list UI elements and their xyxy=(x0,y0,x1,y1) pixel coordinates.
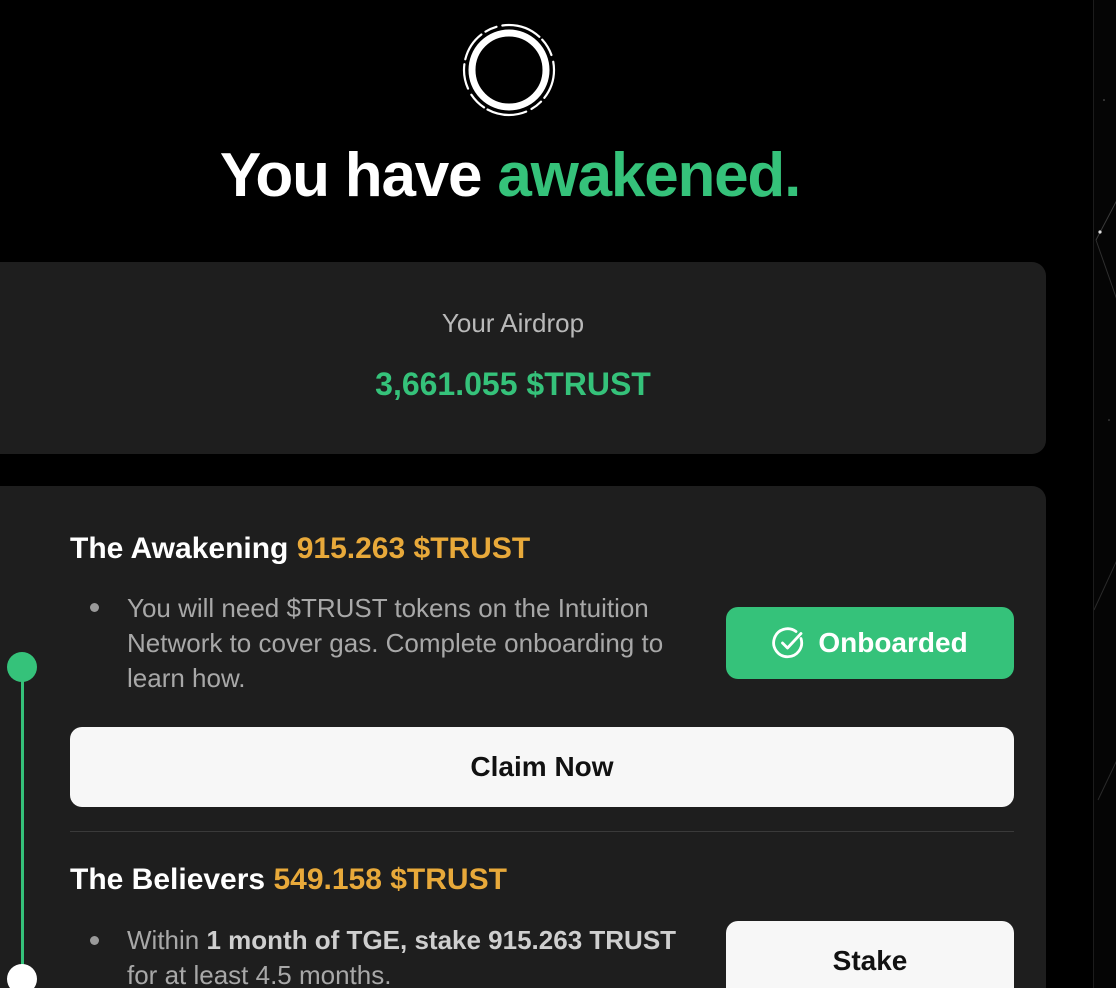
timeline-line xyxy=(21,668,24,988)
description-emphasis: 1 month of TGE, stake 915.263 TRUST xyxy=(206,925,677,955)
awakening-page: You have awakened. Your Airdrop 3,661.05… xyxy=(0,0,1116,988)
airdrop-card: Your Airdrop 3,661.055 $TRUST xyxy=(0,262,1046,454)
airdrop-label: Your Airdrop xyxy=(441,308,585,338)
phase-name: The Awakening xyxy=(70,532,289,565)
timeline-dot-pending xyxy=(7,964,37,988)
stake-button[interactable]: Stake xyxy=(726,921,1014,988)
airdrop-amount: 3,661.055 $TRUST xyxy=(375,366,651,402)
phase-description: You will need $TRUST tokens on the Intui… xyxy=(127,593,664,693)
claim-now-button[interactable]: Claim Now xyxy=(70,727,1014,807)
title-prefix: You have xyxy=(219,141,498,210)
phase-divider xyxy=(70,831,1014,832)
check-circle-icon xyxy=(772,626,806,660)
background-pane xyxy=(1093,0,1116,988)
onboarded-label: Onboarded xyxy=(818,627,968,658)
timeline-dot-completed xyxy=(7,652,37,682)
phase-reward: 549.158 $TRUST xyxy=(273,863,507,896)
bullet-icon xyxy=(90,603,99,612)
ring-logo-icon xyxy=(461,22,557,118)
title-accent: awakened. xyxy=(497,141,801,210)
description-text: Within xyxy=(127,925,207,955)
description-text: for at least 4.5 months. xyxy=(127,960,392,988)
phase-reward: 915.263 $TRUST xyxy=(296,532,531,565)
bullet-icon xyxy=(90,936,99,945)
onboarded-button[interactable]: Onboarded xyxy=(726,607,1014,679)
page-title: You have awakened. xyxy=(0,140,1020,212)
phase-title-believers: The Believers 549.158 $TRUST xyxy=(70,863,507,897)
phase-name: The Believers xyxy=(70,863,266,896)
phase-description: Within 1 month of TGE, stake 915.263 TRU… xyxy=(127,923,687,988)
phase-title-awakening: The Awakening 915.263 $TRUST xyxy=(70,532,530,566)
